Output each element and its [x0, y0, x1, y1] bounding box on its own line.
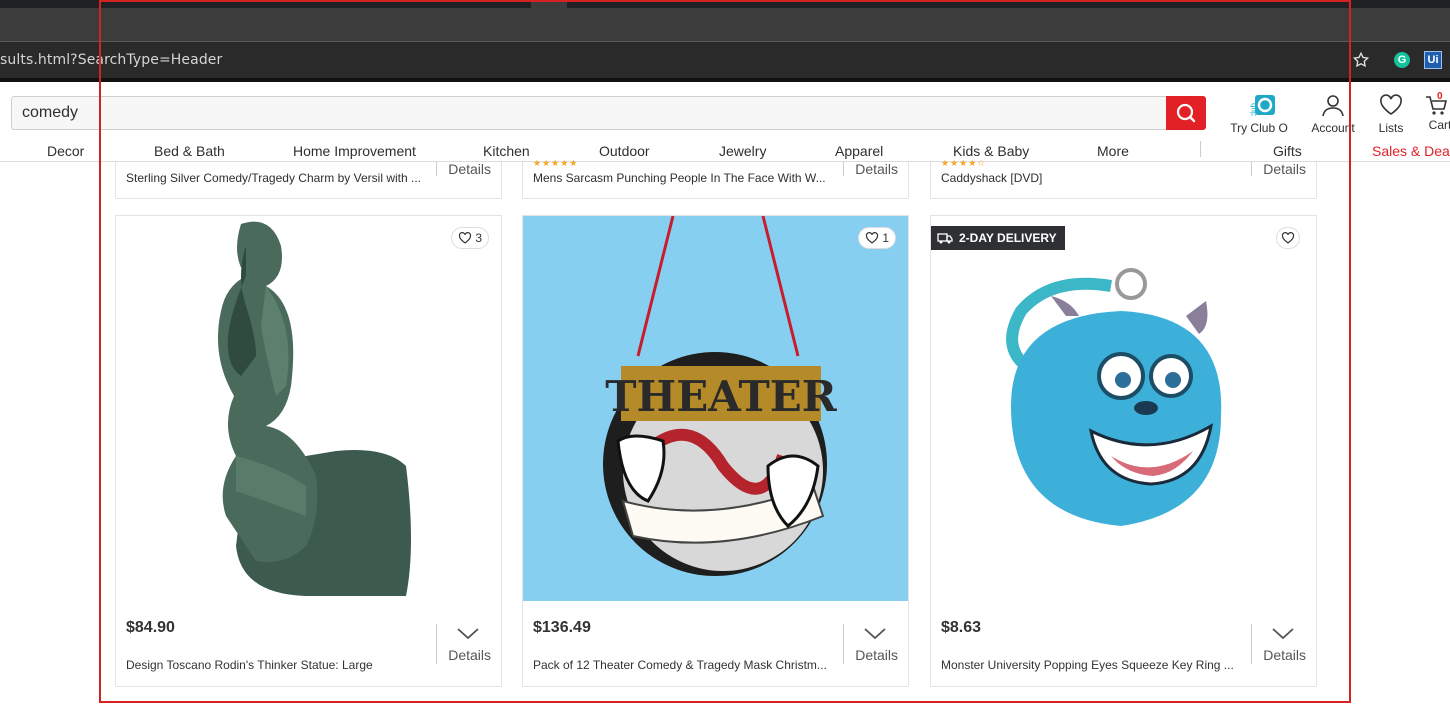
- ui-extension-icon[interactable]: Ui: [1424, 51, 1442, 69]
- delivery-badge-label: 2-DAY DELIVERY: [959, 231, 1057, 245]
- search-input[interactable]: [12, 97, 1162, 129]
- card-divider: [1251, 162, 1252, 176]
- search-icon: [1176, 103, 1196, 123]
- club-o-label: Try Club O: [1230, 121, 1288, 135]
- product-card[interactable]: THEATER 1 $136.49 Pack of 12 Theater Com…: [522, 215, 909, 687]
- delivery-badge: 2-DAY DELIVERY: [931, 226, 1065, 250]
- search-box: [11, 96, 1206, 130]
- chevron-down-icon[interactable]: [1271, 626, 1295, 642]
- product-title[interactable]: Sterling Silver Comedy/Tragedy Charm by …: [126, 171, 426, 185]
- theater-ornament-image: THEATER: [523, 216, 908, 601]
- card-divider: [843, 624, 844, 664]
- product-title[interactable]: Monster University Popping Eyes Squeeze …: [941, 658, 1241, 672]
- browser-tab-strip: [0, 8, 1450, 42]
- favorite-button[interactable]: 1: [858, 227, 896, 249]
- product-card-partial[interactable]: ★★★★★ Details Mens Sarcasm Punching Peop…: [522, 158, 909, 199]
- nav-item-kids-baby[interactable]: Kids & Baby: [953, 143, 1029, 159]
- details-link[interactable]: Details: [1263, 647, 1306, 663]
- heart-icon: [1281, 232, 1295, 244]
- monster-keyring-image: [931, 216, 1316, 601]
- product-title[interactable]: Pack of 12 Theater Comedy & Tragedy Mask…: [533, 658, 833, 672]
- club-o-badge-text: club: [1249, 102, 1258, 116]
- nav-item-sales-deals[interactable]: Sales & Deals: [1372, 143, 1450, 159]
- lists-link[interactable]: Lists: [1376, 94, 1406, 135]
- delivery-truck-icon: [937, 233, 953, 244]
- bookmark-star-icon[interactable]: [1352, 51, 1370, 69]
- nav-item-decor[interactable]: Decor: [47, 143, 84, 159]
- heart-icon: [866, 232, 879, 244]
- site-header: club Try Club O Account Lists 0 Cart Dec…: [0, 82, 1450, 162]
- card-divider: [436, 624, 437, 664]
- nav-item-apparel[interactable]: Apparel: [835, 143, 883, 159]
- favorite-count: 1: [882, 231, 889, 245]
- product-title[interactable]: Caddyshack [DVD]: [941, 171, 1241, 185]
- url-text[interactable]: sults.html?SearchType=Header: [0, 52, 222, 68]
- heart-icon: [1380, 94, 1402, 115]
- ornament-theater-text: THEATER: [605, 372, 838, 421]
- browser-tab[interactable]: [531, 0, 567, 8]
- browser-title-bar: [0, 0, 1450, 8]
- nav-item-kitchen[interactable]: Kitchen: [483, 143, 530, 159]
- club-o-icon: club: [1249, 95, 1275, 118]
- grammarly-extension-icon[interactable]: G: [1394, 52, 1410, 68]
- address-bar[interactable]: sults.html?SearchType=Header G Ui: [0, 42, 1450, 78]
- nav-item-outdoor[interactable]: Outdoor: [599, 143, 650, 159]
- heart-icon: [459, 232, 472, 244]
- nav-divider: [1200, 141, 1201, 157]
- details-link[interactable]: Details: [855, 647, 898, 663]
- product-image[interactable]: 3: [116, 216, 501, 601]
- account-link[interactable]: Account: [1310, 94, 1356, 135]
- favorite-button[interactable]: [1276, 227, 1300, 249]
- nav-item-bed-bath[interactable]: Bed & Bath: [154, 143, 225, 159]
- cart-count-badge: 0: [1437, 91, 1443, 102]
- nav-item-home-improvement[interactable]: Home Improvement: [293, 143, 416, 159]
- thinker-statue-image: [116, 216, 501, 601]
- cart-link[interactable]: 0 Cart: [1425, 91, 1450, 132]
- product-price: $136.49: [533, 619, 591, 636]
- favorite-button[interactable]: 3: [451, 227, 489, 249]
- rating-stars: ★★★★☆: [941, 158, 987, 168]
- details-link[interactable]: Details: [1263, 161, 1306, 177]
- product-image[interactable]: 2-DAY DELIVERY: [931, 216, 1316, 601]
- card-divider: [436, 162, 437, 176]
- nav-item-jewelry[interactable]: Jewelry: [719, 143, 766, 159]
- card-divider: [1251, 624, 1252, 664]
- product-card-partial[interactable]: ★★★★☆ Details Caddyshack [DVD]: [930, 158, 1317, 199]
- product-card[interactable]: 2-DAY DELIVERY $8.63 Monster University …: [930, 215, 1317, 687]
- chevron-down-icon[interactable]: [456, 626, 480, 642]
- product-image[interactable]: THEATER 1: [523, 216, 908, 601]
- favorite-count: 3: [475, 231, 482, 245]
- product-price: $84.90: [126, 619, 175, 636]
- details-link[interactable]: Details: [448, 161, 491, 177]
- nav-item-gifts[interactable]: Gifts: [1273, 143, 1302, 159]
- account-icon: [1322, 95, 1344, 117]
- product-title[interactable]: Mens Sarcasm Punching People In The Face…: [533, 171, 833, 185]
- details-link[interactable]: Details: [855, 161, 898, 177]
- product-price: $8.63: [941, 619, 982, 636]
- details-link[interactable]: Details: [448, 647, 491, 663]
- lists-label: Lists: [1378, 121, 1404, 135]
- cart-label: Cart: [1428, 118, 1450, 132]
- category-nav: Decor Bed & Bath Home Improvement Kitche…: [0, 140, 1450, 162]
- product-card[interactable]: 3 $84.90 Design Toscano Rodin's Thinker …: [115, 215, 502, 687]
- account-label: Account: [1311, 121, 1355, 135]
- product-card-partial[interactable]: Details Sterling Silver Comedy/Tragedy C…: [115, 161, 502, 199]
- search-button[interactable]: [1166, 96, 1206, 130]
- product-title[interactable]: Design Toscano Rodin's Thinker Statue: L…: [126, 658, 426, 672]
- rating-stars: ★★★★★: [533, 158, 579, 168]
- card-divider: [843, 162, 844, 176]
- nav-item-more[interactable]: More: [1097, 143, 1129, 159]
- chevron-down-icon[interactable]: [863, 626, 887, 642]
- club-o-link[interactable]: club Try Club O: [1228, 94, 1290, 135]
